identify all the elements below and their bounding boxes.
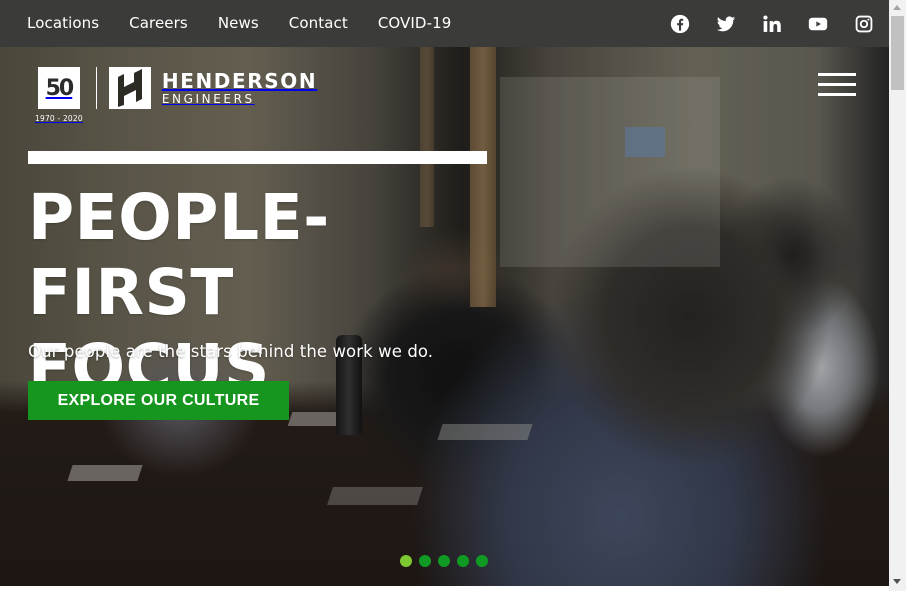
utility-nav: Locations Careers News Contact COVID-19 [27,0,481,47]
youtube-icon[interactable] [807,13,829,35]
hero-slider: 50 1970 - 2020 HENDERSON ENGINEERS PEOPL… [0,47,889,586]
anniversary-badge: 50 1970 - 2020 [35,67,83,123]
headline-line-1: PEOPLE-FIRST [28,181,330,329]
hero-headline: PEOPLE-FIRST FOCUS [28,180,498,405]
top-utility-bar: Locations Careers News Contact COVID-19 [0,0,889,47]
instagram-icon[interactable] [853,13,875,35]
company-subname: ENGINEERS [161,92,255,106]
slider-dot-2[interactable] [419,555,431,567]
headline-rule [28,151,487,164]
hamburger-bar [818,93,856,96]
nav-link-covid-19[interactable]: COVID-19 [378,0,452,47]
nav-link-locations[interactable]: Locations [27,0,99,47]
h-logo-mark-icon [108,67,151,109]
nav-link-careers[interactable]: Careers [129,0,188,47]
scrollbar-thumb[interactable] [891,16,904,90]
hamburger-menu-icon[interactable] [818,73,856,97]
slider-dot-5[interactable] [476,555,488,567]
nav-link-contact[interactable]: Contact [289,0,348,47]
logo-divider [95,67,97,109]
henderson-engineers-logo[interactable]: 50 1970 - 2020 HENDERSON ENGINEERS [35,67,317,123]
social-links [645,13,875,35]
hamburger-bar [818,83,856,86]
slider-pagination [400,555,495,567]
anniversary-years: 1970 - 2020 [35,114,83,123]
slider-dot-3[interactable] [438,555,450,567]
anniversary-number: 50 [37,67,80,109]
nav-link-news[interactable]: News [218,0,259,47]
vertical-scrollbar[interactable] [889,0,906,591]
linkedin-icon[interactable] [761,13,783,35]
wordmark: HENDERSON ENGINEERS [162,71,317,107]
hamburger-bar [818,73,856,76]
slider-dot-4[interactable] [457,555,469,567]
facebook-icon[interactable] [669,13,691,35]
company-name: HENDERSON [161,69,318,93]
scroll-up-arrow-icon[interactable] [893,5,901,10]
explore-our-culture-button[interactable]: EXPLORE OUR CULTURE [28,381,289,420]
scroll-down-arrow-icon[interactable] [893,579,901,584]
slider-dot-1[interactable] [400,555,412,567]
twitter-icon[interactable] [715,13,737,35]
hero-subhead: Our people are the stars behind the work… [28,342,434,361]
